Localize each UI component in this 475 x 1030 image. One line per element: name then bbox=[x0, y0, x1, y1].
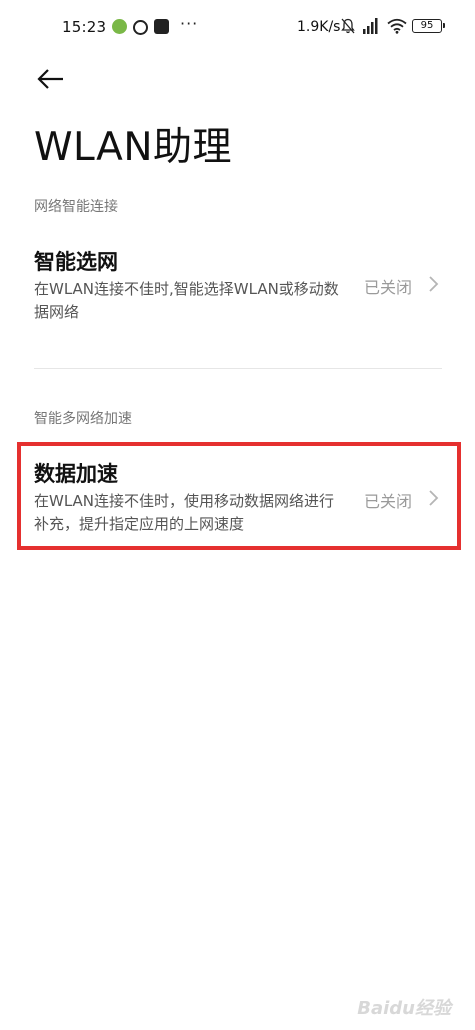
cellular-signal-icon bbox=[363, 18, 378, 34]
section-header-smart-connect: 网络智能连接 bbox=[34, 199, 118, 215]
chevron-right-icon bbox=[429, 490, 439, 506]
network-speed: 1.9K/s bbox=[297, 19, 341, 35]
weibo-notification-icon bbox=[133, 20, 148, 35]
bell-muted-icon bbox=[341, 18, 355, 34]
setting-title: 数据加速 bbox=[34, 462, 118, 486]
setting-status: 已关闭 bbox=[363, 492, 412, 511]
status-bar: 15:23 ··· 1.9K/s 95 bbox=[0, 0, 475, 58]
app-notification-icon bbox=[112, 19, 127, 34]
settings-screen: 15:23 ··· 1.9K/s 95 WLAN助理 网络智能连接 智能选网 在… bbox=[0, 0, 475, 1030]
watermark: Baidu经验 bbox=[357, 998, 451, 1019]
setting-description: 在WLAN连接不佳时,智能选择WLAN或移动数据网络 bbox=[34, 280, 339, 321]
section-header-multi-network: 智能多网络加速 bbox=[34, 411, 132, 427]
page-title: WLAN助理 bbox=[34, 125, 233, 170]
setting-description: 在WLAN连接不佳时，使用移动数据网络进行补充，提升指定应用的上网速度 bbox=[34, 492, 335, 533]
setting-status: 已关闭 bbox=[363, 278, 412, 297]
smart-network-select-row[interactable]: 智能选网 在WLAN连接不佳时,智能选择WLAN或移动数据网络 已关闭 bbox=[34, 246, 444, 326]
wifi-icon bbox=[387, 18, 407, 34]
chevron-right-icon bbox=[429, 276, 439, 292]
setting-title: 智能选网 bbox=[34, 250, 118, 274]
status-time: 15:23 bbox=[62, 18, 107, 36]
divider bbox=[34, 368, 442, 369]
back-arrow-icon bbox=[37, 69, 63, 89]
battery-icon: 95 bbox=[412, 19, 445, 33]
app-square-notification-icon bbox=[154, 19, 169, 34]
back-button[interactable] bbox=[34, 62, 68, 96]
data-acceleration-row[interactable]: 数据加速 在WLAN连接不佳时，使用移动数据网络进行补充，提升指定应用的上网速度… bbox=[34, 458, 444, 538]
more-notifications-icon: ··· bbox=[180, 14, 199, 33]
